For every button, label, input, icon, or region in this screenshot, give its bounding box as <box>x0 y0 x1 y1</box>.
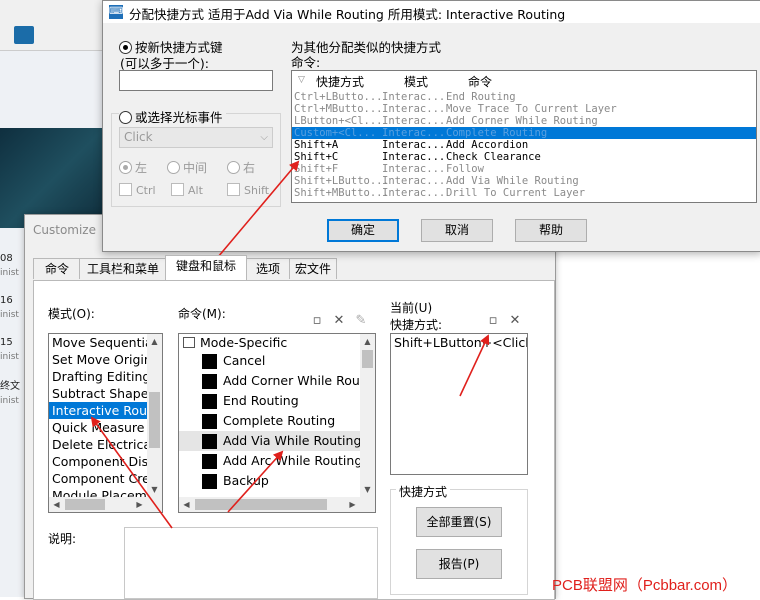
annotation-arrows <box>90 160 490 529</box>
arrow-to-table-row <box>217 160 300 258</box>
arrow-to-command <box>227 450 284 513</box>
arrow-to-shortcut <box>459 334 490 397</box>
tab-keyboard-mouse[interactable]: 键盘和鼠标 <box>165 255 247 280</box>
watermark: PCB联盟网（Pcbbar.com） <box>552 577 738 594</box>
arrow-to-mode <box>90 416 173 529</box>
